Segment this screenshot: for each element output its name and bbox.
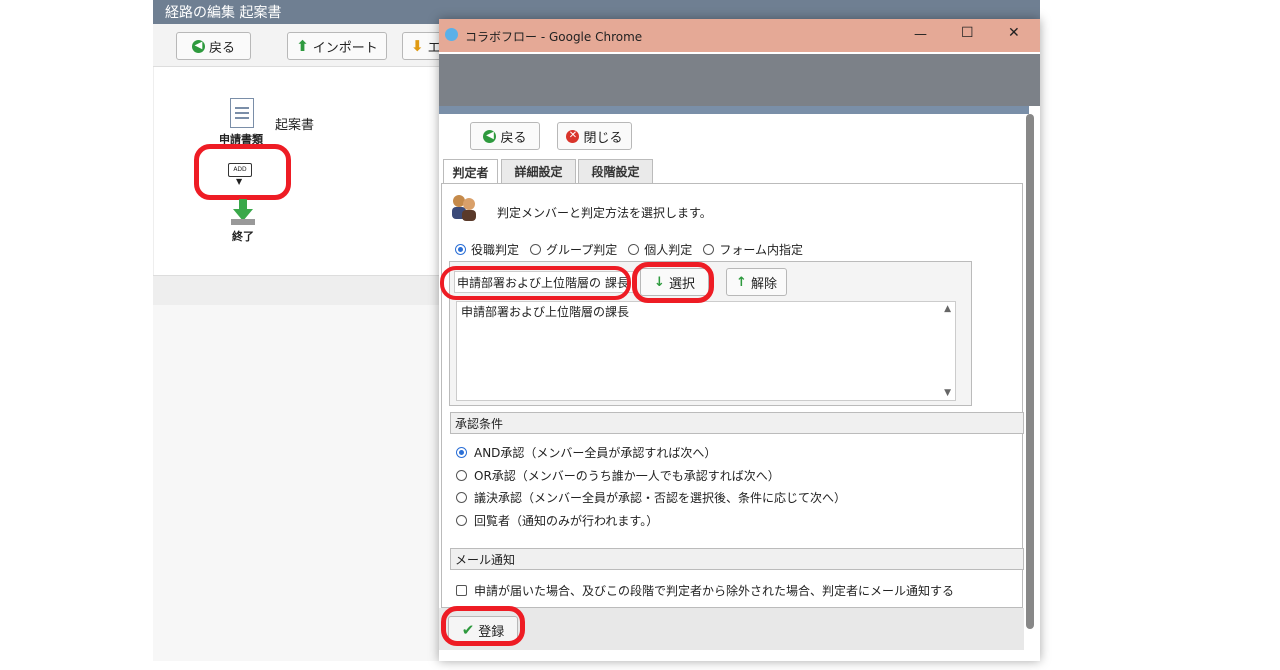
radio-individual[interactable]: [628, 244, 640, 255]
popup-back-button[interactable]: ◀ 戻る: [470, 122, 540, 150]
popup-window: コラボフロー - Google Chrome — ☐ ✕ ◀ 戻る ✕ 閉じる …: [439, 19, 1040, 661]
popup-close-button[interactable]: ✕ 閉じる: [557, 122, 632, 150]
approval-option-and: AND承認（メンバー全員が承認すれば次へ）: [456, 444, 716, 461]
annotation-ring-register: [441, 606, 525, 646]
end-download-icon: [231, 199, 255, 225]
scroll-up-icon[interactable]: ▲: [944, 304, 951, 314]
arrow-up-icon: ↑: [736, 274, 747, 290]
list-item[interactable]: 申請部署および上位階層の課長: [457, 302, 955, 321]
upload-icon: ⬆: [296, 37, 309, 55]
back-arrow-icon: ◀: [191, 39, 205, 53]
mail-notification-header: メール通知: [450, 548, 1024, 570]
document-icon: [230, 98, 254, 128]
approval-option-or: OR承認（メンバーのうち誰か一人でも承認すれば次へ）: [456, 467, 780, 484]
approval-option-circular: 回覧者（通知のみが行われます。）: [456, 512, 658, 529]
selected-members-list[interactable]: 申請部署および上位階層の課長 ▲ ▼: [456, 301, 956, 401]
radio-group[interactable]: [530, 244, 542, 255]
maximize-icon[interactable]: ☐: [961, 25, 974, 41]
chrome-app-icon: [445, 28, 458, 41]
scroll-down-icon[interactable]: ▼: [944, 388, 951, 398]
close-window-icon[interactable]: ✕: [1008, 25, 1020, 41]
popup-title-bar: コラボフロー - Google Chrome — ☐ ✕: [439, 19, 1040, 52]
members-icon: [449, 192, 479, 222]
judge-type-radios: 役職判定 グループ判定 個人判定 フォーム内指定: [455, 241, 803, 258]
bg-back-button[interactable]: ◀ 戻る: [176, 32, 251, 60]
tab-stage-settings[interactable]: 段階設定: [578, 159, 653, 183]
annotation-ring-add: [194, 144, 291, 200]
judge-panel: 判定メンバーと判定方法を選択します。 役職判定 グループ判定 個人判定 フォーム…: [441, 183, 1024, 608]
panel-description: 判定メンバーと判定方法を選択します。: [497, 206, 712, 220]
release-button[interactable]: ↑ 解除: [726, 268, 787, 296]
background-title: 経路の編集 起案書: [165, 5, 282, 21]
radio-vote-approval[interactable]: [456, 492, 467, 503]
end-label: 終了: [232, 230, 254, 243]
annotation-ring-select-button: [632, 262, 714, 303]
radio-or-approval[interactable]: [456, 470, 467, 481]
radio-and-approval[interactable]: [456, 447, 467, 458]
download-icon: ⬇: [411, 37, 424, 55]
radio-role[interactable]: [455, 244, 466, 255]
popup-scrollbar[interactable]: [1026, 114, 1034, 629]
doc-name: 起案書: [275, 118, 315, 133]
back-arrow-icon: ◀: [483, 129, 497, 143]
popup-header-strip: [439, 106, 1029, 114]
radio-circular[interactable]: [456, 515, 467, 526]
tab-judge[interactable]: 判定者: [443, 159, 498, 184]
close-circle-icon: ✕: [566, 129, 580, 143]
bg-export-button[interactable]: ⬇ エ: [402, 32, 442, 60]
tab-detail-settings[interactable]: 詳細設定: [501, 159, 576, 183]
approval-condition-header: 承認条件: [450, 412, 1024, 434]
mail-notification-row: 申請が届いた場合、及びこの段階で判定者から除外された場合、判定者にメール通知する: [456, 582, 954, 599]
bg-import-button[interactable]: ⬆ インポート: [287, 32, 387, 60]
popup-header-area: [439, 54, 1040, 106]
radio-form[interactable]: [703, 244, 715, 255]
mail-notification-checkbox[interactable]: [456, 585, 467, 596]
popup-window-title: コラボフロー - Google Chrome: [465, 30, 643, 44]
popup-footer: ✔ 登録: [439, 608, 1024, 650]
annotation-ring-role-select: [440, 266, 631, 300]
minimize-icon[interactable]: —: [914, 27, 927, 42]
approval-option-vote: 議決承認（メンバー全員が承認・否認を選択後、条件に応じて次へ）: [456, 489, 846, 506]
